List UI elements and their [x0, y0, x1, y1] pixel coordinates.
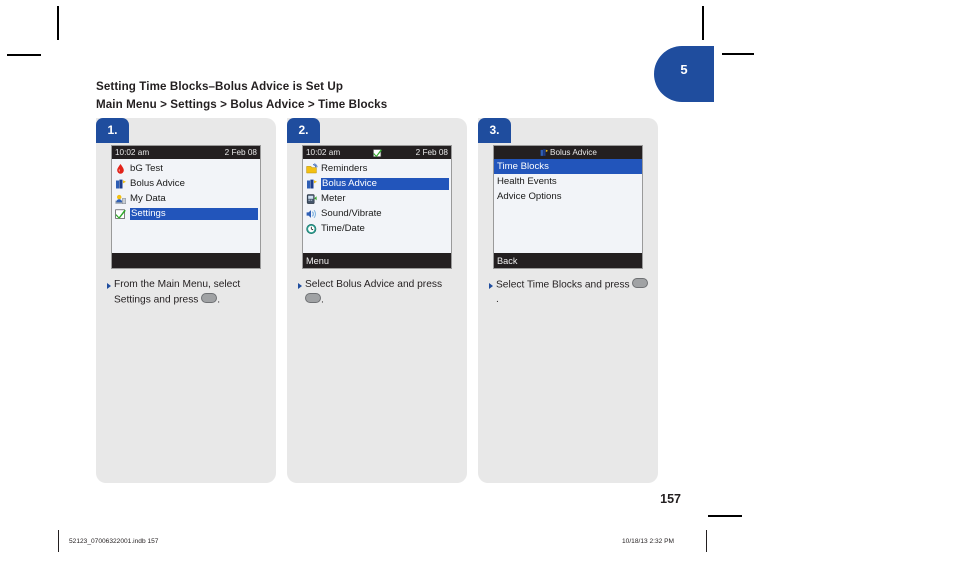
menu-item-label: Bolus Advice [130, 177, 185, 189]
step-card-1: 1. 10:02 am 2 Feb 08 bG Test Bolus Advic… [96, 118, 276, 483]
bolus-advice-icon [305, 178, 318, 190]
page-number: 157 [660, 492, 681, 506]
menu-item-label: Time/Date [321, 222, 365, 234]
reminders-icon [305, 162, 318, 175]
page-title: Setting Time Blocks–Bolus Advice is Set … [96, 80, 344, 93]
menu-item-label: bG Test [130, 162, 163, 174]
caption-text: Select Time Blocks and press [496, 279, 633, 291]
device-titlebar-2: 10:02 am 2 Feb 08 [303, 146, 451, 159]
device-menu-3: Time Blocks Health Events Advice Options [494, 159, 642, 204]
footer-filename: 52123_07006322001.indb 157 [69, 538, 159, 545]
bullet-arrow-icon [298, 282, 302, 289]
chapter-number: 5 [680, 62, 688, 77]
menu-item-label: My Data [130, 192, 166, 204]
device-softkey-bar-2[interactable]: Menu [303, 253, 451, 268]
ok-button-glyph-icon [305, 292, 321, 303]
menu-item-reminders[interactable]: Reminders [303, 161, 451, 176]
status-date: 2 Feb 08 [415, 148, 448, 157]
status-date: 2 Feb 08 [224, 148, 257, 157]
footer-divider-right [706, 530, 708, 552]
settings-icon [114, 208, 127, 220]
device-softkey-bar-3[interactable]: Back [494, 253, 642, 268]
caption-text-end: . [217, 294, 221, 305]
device-screen-1: 10:02 am 2 Feb 08 bG Test Bolus Advice M… [111, 145, 261, 269]
screen-title: Bolus Advice [550, 148, 597, 157]
step-card-3: 3. Bolus Advice Time Blocks Health Event… [478, 118, 658, 483]
menu-item-time-blocks[interactable]: Time Blocks [494, 159, 642, 174]
my-data-icon [114, 193, 127, 205]
crop-mark-left-top [7, 54, 41, 56]
menu-item-label: Bolus Advice [321, 177, 449, 190]
step-caption-2: Select Bolus Advice and press . [298, 278, 458, 308]
menu-item-label: Time Blocks [497, 160, 549, 172]
menu-item-settings[interactable]: Settings [112, 206, 260, 221]
step-badge-3: 3. [478, 118, 511, 143]
bolus-advice-icon [114, 178, 127, 190]
menu-item-bg-test[interactable]: bG Test [112, 161, 260, 176]
step-card-2: 2. 10:02 am 2 Feb 08 Reminders Bolus Adv… [287, 118, 467, 483]
caption-text: From the Main Menu, select Settings and … [114, 279, 241, 305]
breadcrumb: Main Menu > Settings > Bolus Advice > Ti… [96, 97, 388, 111]
menu-item-my-data[interactable]: My Data [112, 191, 260, 206]
ok-button-glyph-icon [632, 278, 649, 288]
bullet-arrow-icon [107, 282, 111, 289]
device-menu-1: bG Test Bolus Advice My Data Settings [112, 159, 260, 221]
device-menu-2: Reminders Bolus Advice Meter Sound/Vibra… [303, 159, 451, 236]
menu-item-meter[interactable]: Meter [303, 191, 451, 206]
menu-item-label: Settings [130, 207, 258, 220]
step-badge-2: 2. [287, 118, 320, 143]
footer-divider-left [58, 530, 60, 552]
bullet-arrow-icon [489, 282, 493, 289]
footer-crop-rule [708, 515, 742, 517]
step-caption-3: Select Time Blocks and press . [489, 278, 649, 308]
device-screen-2: 10:02 am 2 Feb 08 Reminders Bolus Advice… [302, 145, 452, 269]
clock-icon [305, 223, 318, 235]
device-screen-3: Bolus Advice Time Blocks Health Events A… [493, 145, 643, 269]
chapter-tab-rule [722, 53, 754, 55]
menu-item-advice-options[interactable]: Advice Options [494, 189, 642, 204]
caption-text-end: . [496, 294, 499, 305]
menu-item-label: Advice Options [497, 190, 562, 202]
caption-text: Select Bolus Advice and press [305, 279, 443, 290]
softkey-label: Back [497, 255, 518, 266]
step-caption-1: From the Main Menu, select Settings and … [107, 278, 267, 308]
ok-button-glyph-icon [201, 292, 218, 303]
crop-mark-top-left [57, 6, 59, 40]
bolus-advice-icon [539, 148, 549, 157]
blood-drop-icon [114, 163, 127, 175]
menu-item-health-events[interactable]: Health Events [494, 174, 642, 189]
menu-item-label: Reminders [321, 162, 368, 174]
menu-item-sound-vibrate[interactable]: Sound/Vibrate [303, 206, 451, 221]
menu-item-label: Health Events [497, 175, 557, 187]
sound-icon [305, 208, 318, 220]
chapter-tab: 5 [654, 46, 714, 102]
device-titlebar-1: 10:02 am 2 Feb 08 [112, 146, 260, 159]
page-header: Setting Time Blocks–Bolus Advice is Set … [96, 78, 656, 113]
menu-item-label: Sound/Vibrate [321, 207, 382, 219]
softkey-label: Menu [306, 255, 329, 266]
status-time: 10:02 am [115, 148, 150, 157]
menu-item-label: Meter [321, 192, 346, 204]
menu-item-time-date[interactable]: Time/Date [303, 221, 451, 236]
menu-item-bolus-advice[interactable]: Bolus Advice [112, 176, 260, 191]
status-time: 10:02 am [306, 148, 341, 157]
device-softkey-bar-1[interactable] [112, 253, 260, 268]
footer-timestamp: 10/18/13 2:32 PM [622, 538, 675, 545]
caption-text-end: . [321, 294, 324, 305]
step-badge-1: 1. [96, 118, 129, 143]
meter-icon [305, 193, 318, 205]
crop-mark-top-right [702, 6, 704, 40]
device-titlebar-3: Bolus Advice [494, 146, 642, 159]
menu-item-bolus-advice[interactable]: Bolus Advice [303, 176, 451, 191]
